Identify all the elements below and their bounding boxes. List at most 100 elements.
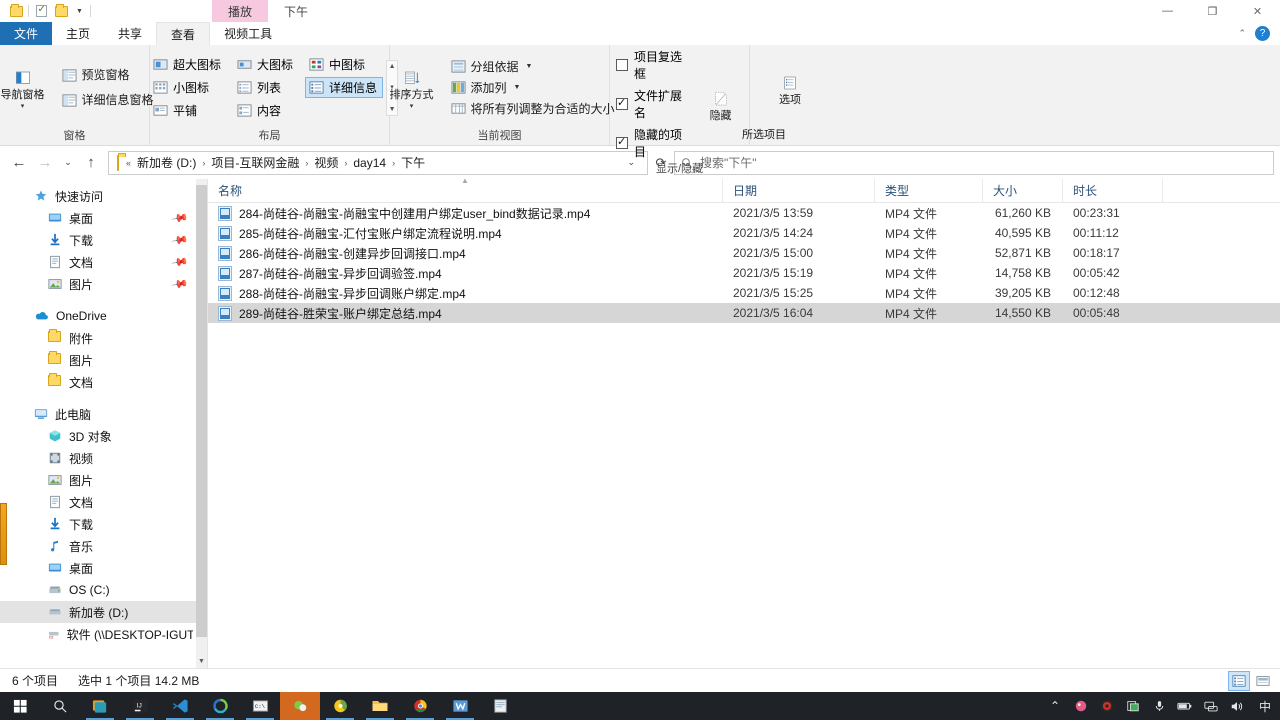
item-checkboxes-option[interactable]: 项目复选框 bbox=[616, 47, 692, 83]
taskbar-app-potplayer[interactable] bbox=[280, 692, 320, 720]
table-row[interactable]: 287-尚硅谷-尚融宝-异步回调验签.mp4 2021/3/5 15:19 MP… bbox=[208, 263, 1280, 283]
nav-item-3d-objects[interactable]: 3D 对象 bbox=[0, 425, 207, 447]
nav-item-drive-c[interactable]: OS (C:) bbox=[0, 579, 207, 601]
details-view-toggle[interactable] bbox=[1228, 671, 1250, 691]
view-content[interactable]: 内容 bbox=[233, 100, 299, 121]
nav-item-documents-qa[interactable]: 文档 📌 bbox=[0, 251, 207, 273]
nav-item-onedrive-pictures[interactable]: 图片 bbox=[0, 349, 207, 371]
taskbar-app-task-view[interactable] bbox=[80, 692, 120, 720]
nav-scroll-thumb[interactable] bbox=[196, 185, 207, 637]
taskbar-app-file-explorer[interactable] bbox=[360, 692, 400, 720]
nav-item-onedrive-attachments[interactable]: 附件 bbox=[0, 327, 207, 349]
pin-icon[interactable]: 📌 bbox=[171, 253, 190, 272]
taskbar-app-intellij-idea[interactable]: IJ bbox=[120, 692, 160, 720]
nav-item-desktop-pc[interactable]: 桌面 bbox=[0, 557, 207, 579]
hide-selected-items-button[interactable]: 隐藏 bbox=[698, 85, 743, 123]
breadcrumb-item-1[interactable]: 项目-互联网金融 bbox=[208, 154, 302, 171]
tray-battery-icon[interactable] bbox=[1172, 692, 1198, 720]
chevron-down-icon[interactable]: ▼ bbox=[526, 63, 533, 70]
up-button[interactable]: ↑ bbox=[78, 150, 104, 176]
sort-by-button[interactable]: 排序方式 ▾ bbox=[381, 64, 443, 111]
file-extensions-option[interactable]: 文件扩展名 bbox=[616, 86, 692, 122]
pin-icon[interactable]: 📌 bbox=[171, 231, 190, 250]
tray-ime-indicator[interactable]: 中 bbox=[1250, 692, 1280, 720]
nav-group-this-pc[interactable]: 此电脑 bbox=[0, 403, 207, 425]
large-icons-view-toggle[interactable] bbox=[1252, 671, 1274, 691]
qat-folder-icon[interactable] bbox=[6, 1, 26, 21]
pin-icon[interactable]: 📌 bbox=[171, 275, 190, 294]
taskbar-app-chrome[interactable] bbox=[400, 692, 440, 720]
taskbar-app-wechat[interactable] bbox=[440, 692, 480, 720]
nav-item-onedrive-documents[interactable]: 文档 bbox=[0, 371, 207, 393]
pin-icon[interactable]: 📌 bbox=[171, 209, 190, 228]
chevron-down-icon[interactable]: ▾ bbox=[21, 103, 25, 111]
add-columns-button[interactable]: 添加列 ▼ bbox=[447, 79, 619, 96]
tray-network-icon[interactable] bbox=[1198, 692, 1224, 720]
nav-item-drive-d[interactable]: 新加卷 (D:) bbox=[0, 601, 207, 623]
view-small-icons[interactable]: 小图标 bbox=[149, 77, 227, 98]
size-all-columns-button[interactable]: 将所有列调整为合适的大小 bbox=[447, 100, 619, 117]
column-header-duration[interactable]: 时长 bbox=[1063, 178, 1163, 203]
table-row[interactable]: 284-尚硅谷-尚融宝-尚融宝中创建用户绑定user_bind数据记录.mp4 … bbox=[208, 203, 1280, 223]
column-header-type[interactable]: 类型 bbox=[875, 178, 983, 203]
nav-scroll-down-icon[interactable]: ▼ bbox=[196, 654, 207, 668]
view-medium-icons[interactable]: 中图标 bbox=[305, 54, 383, 75]
breadcrumb-chevron-2-icon[interactable]: › bbox=[341, 158, 350, 168]
navigation-pane-button[interactable]: 导航窗格 ▾ bbox=[0, 64, 54, 111]
back-button[interactable]: ← bbox=[6, 150, 32, 176]
nav-item-desktop-qa[interactable]: 桌面 📌 bbox=[0, 207, 207, 229]
maximize-button[interactable]: ❐ bbox=[1190, 0, 1235, 22]
breadcrumb-item-3[interactable]: day14 bbox=[350, 156, 389, 170]
chevron-up-icon[interactable]: ⌃ bbox=[1238, 28, 1246, 39]
nav-group-onedrive[interactable]: OneDrive bbox=[0, 305, 207, 327]
nav-item-videos[interactable]: 视频 bbox=[0, 447, 207, 469]
tab-home[interactable]: 主页 bbox=[52, 22, 104, 45]
address-field[interactable]: « 新加卷 (D:) › 项目-互联网金融 › 视频 › day14 › 下午 … bbox=[108, 150, 648, 175]
help-icon[interactable]: ? bbox=[1255, 26, 1270, 41]
tab-file[interactable]: 文件 bbox=[0, 22, 53, 45]
tray-clipboard-icon[interactable] bbox=[1120, 692, 1146, 720]
hidden-items-option[interactable]: 隐藏的项目 bbox=[616, 125, 692, 161]
column-header-date[interactable]: 日期 bbox=[723, 178, 875, 203]
taskbar-app-browser[interactable] bbox=[320, 692, 360, 720]
nav-pane-scrollbar[interactable]: ▼ bbox=[196, 179, 207, 668]
tray-volume-icon[interactable] bbox=[1224, 692, 1250, 720]
view-details[interactable]: 详细信息 bbox=[305, 77, 384, 98]
tab-share[interactable]: 共享 bbox=[104, 22, 156, 45]
taskbar-app-sourcetree[interactable] bbox=[200, 692, 240, 720]
breadcrumb-item-2[interactable]: 视频 bbox=[311, 154, 341, 171]
breadcrumb-overflow[interactable]: « bbox=[123, 158, 134, 168]
view-extra-large-icons[interactable]: 超大图标 bbox=[149, 54, 227, 75]
nav-group-quick-access[interactable]: 快速访问 bbox=[0, 185, 207, 207]
nav-item-documents-pc[interactable]: 文档 bbox=[0, 491, 207, 513]
tray-app-icon[interactable] bbox=[1068, 692, 1094, 720]
start-button[interactable] bbox=[0, 692, 40, 720]
breadcrumb-chevron-3-icon[interactable]: › bbox=[389, 158, 398, 168]
table-row[interactable]: 285-尚硅谷-尚融宝-汇付宝账户绑定流程说明.mp4 2021/3/5 14:… bbox=[208, 223, 1280, 243]
recent-locations-button[interactable]: ⌄ bbox=[58, 150, 78, 176]
nav-item-pictures-qa[interactable]: 图片 📌 bbox=[0, 273, 207, 295]
qat-properties-icon[interactable] bbox=[31, 1, 51, 21]
taskbar-app-vscode[interactable] bbox=[160, 692, 200, 720]
breadcrumb-item-0[interactable]: 新加卷 (D:) bbox=[134, 154, 199, 171]
nav-item-downloads-qa[interactable]: 下载 📌 bbox=[0, 229, 207, 251]
tray-obs-icon[interactable] bbox=[1094, 692, 1120, 720]
minimize-button[interactable]: — bbox=[1145, 0, 1190, 22]
tray-microphone-icon[interactable] bbox=[1146, 692, 1172, 720]
file-extensions-checkbox[interactable] bbox=[616, 96, 628, 110]
taskbar-app-notepad[interactable] bbox=[480, 692, 520, 720]
contextual-tab-play[interactable]: 播放 bbox=[212, 0, 269, 22]
group-by-button[interactable]: 分组依据 ▼ bbox=[447, 58, 619, 75]
chevron-down-icon[interactable]: ▾ bbox=[410, 103, 414, 111]
close-button[interactable]: ✕ bbox=[1235, 0, 1280, 22]
chevron-down-icon[interactable]: ▼ bbox=[514, 84, 521, 91]
item-checkboxes-checkbox[interactable] bbox=[616, 59, 628, 71]
tab-view[interactable]: 查看 bbox=[156, 22, 211, 45]
nav-item-pictures-pc[interactable]: 图片 bbox=[0, 469, 207, 491]
options-button[interactable]: 选项 bbox=[759, 69, 821, 107]
forward-button[interactable]: → bbox=[32, 150, 58, 176]
nav-item-music[interactable]: 音乐 bbox=[0, 535, 207, 557]
view-list[interactable]: 列表 bbox=[233, 77, 299, 98]
taskbar-search-button[interactable] bbox=[40, 692, 80, 720]
nav-item-network-drive[interactable]: 软件 (\\DESKTOP-IGUTNAF bbox=[0, 623, 207, 645]
